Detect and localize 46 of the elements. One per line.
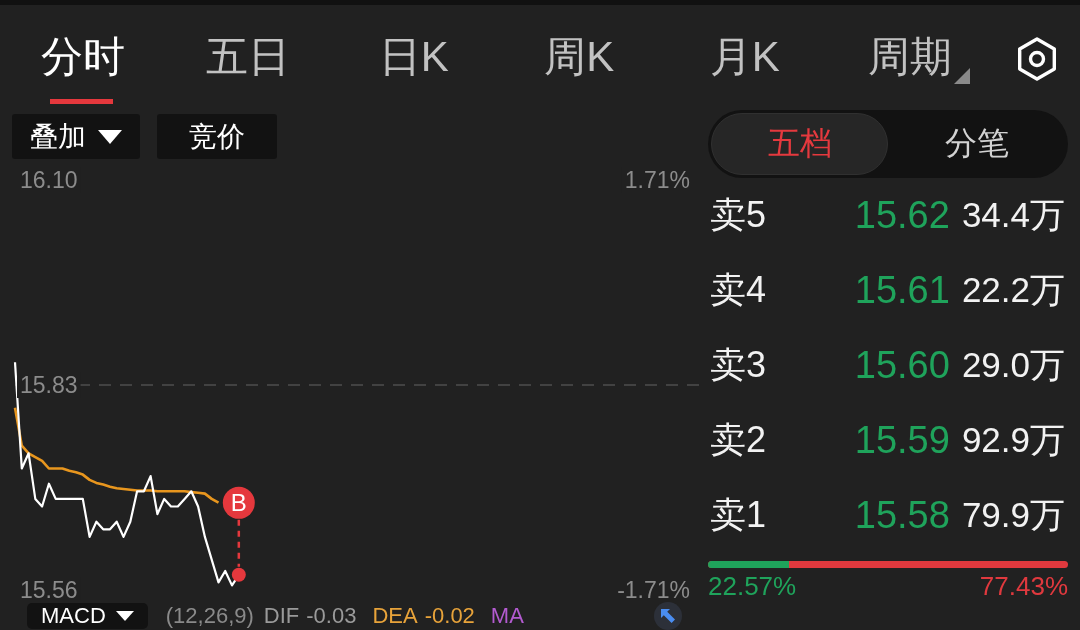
axis-label: 15.83	[20, 372, 78, 398]
sell-ratio-label: 77.43%	[979, 572, 1068, 600]
indicator-label: MA	[490, 603, 524, 629]
indicator-value: -0.03	[306, 603, 357, 629]
trade-marker: B	[222, 486, 255, 519]
ask-volume: 29.0万	[961, 344, 1065, 386]
auction-button[interactable]: 竞价	[157, 114, 277, 159]
axis-label: -1.71%	[617, 577, 690, 600]
overlay-dropdown[interactable]: 叠加	[12, 114, 140, 159]
caret-icon	[115, 611, 134, 621]
ask-price: 15.62	[854, 194, 950, 237]
caret-icon	[98, 129, 122, 144]
period-tab[interactable]: 分时	[0, 5, 166, 110]
corner-triangle-icon	[954, 68, 971, 84]
indicator-label: DIF	[263, 603, 300, 629]
level-label: 卖3	[710, 343, 768, 387]
ask-volume: 92.9万	[961, 419, 1065, 461]
ask-price: 15.59	[854, 419, 950, 462]
level-label: 卖1	[710, 493, 768, 537]
period-tab[interactable]: 日K	[331, 5, 497, 110]
ask-volume: 79.9万	[961, 494, 1065, 536]
buy-ratio-label: 22.57%	[708, 572, 797, 600]
ask-volume: 22.2万	[961, 269, 1065, 311]
indicator-label: DEA	[372, 603, 418, 629]
period-tab[interactable]: 五日	[165, 5, 331, 110]
level-label: 卖2	[710, 418, 768, 462]
ask-price: 15.60	[854, 344, 950, 387]
level-label: 卖4	[710, 268, 768, 312]
ask-price: 15.61	[854, 269, 950, 312]
expand-button[interactable]	[654, 602, 682, 630]
annotation: B	[230, 489, 247, 517]
level-label: 卖5	[710, 193, 768, 237]
period-tab[interactable]: 周K	[496, 5, 662, 110]
ask-volume: 34.4万	[961, 194, 1065, 236]
arrow-icon	[661, 609, 675, 623]
period-tab[interactable]: 周期	[827, 5, 993, 110]
period-tab[interactable]: 月K	[662, 5, 828, 110]
indicator-value: -0.02	[424, 603, 475, 629]
axis-label: 1.71%	[624, 167, 690, 193]
book-tab[interactable]: 五档	[711, 113, 888, 175]
book-tab[interactable]: 分笔	[888, 113, 1065, 175]
indicator-dropdown[interactable]: MACD	[27, 603, 148, 629]
ask-price: 15.58	[854, 494, 950, 537]
axis-label: 15.56	[20, 577, 78, 600]
indicator-params: (12,26,9)	[165, 603, 254, 629]
axis-label: 16.10	[20, 167, 78, 193]
